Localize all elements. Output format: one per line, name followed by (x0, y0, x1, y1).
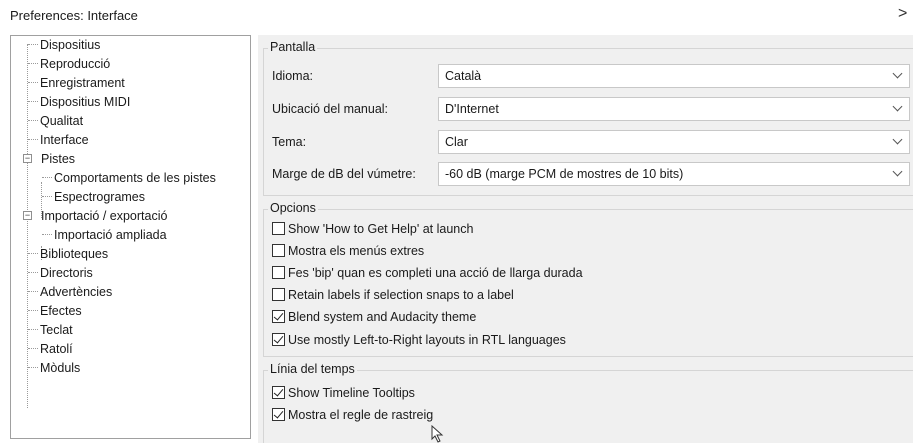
tree-item-label: Pistes (41, 152, 76, 166)
check-label: Show 'How to Get Help' at launch (288, 222, 474, 236)
tree-item-label: Advertències (40, 285, 113, 299)
tree-item-espectrogrames[interactable]: Espectrogrames (42, 188, 147, 206)
pantalla-group-title: Pantalla (268, 40, 318, 54)
ubicacio-manual-label: Ubicació del manual: (272, 102, 389, 116)
tree-item-label: Espectrogrames (54, 190, 146, 204)
tree-item-enregistrament[interactable]: Enregistrament (28, 74, 127, 92)
tree-item-label: Teclat (40, 323, 73, 337)
tree-item-pistes[interactable]: − Pistes (23, 150, 77, 168)
check-label: Use mostly Left-to-Right layouts in RTL … (288, 333, 566, 347)
marge-db-value: -60 dB (marge PCM de mostres de 10 bits) (445, 167, 684, 181)
tree-item-label: Mòduls (40, 361, 81, 375)
mouse-pointer-icon (431, 425, 444, 443)
chevron-down-icon (892, 166, 903, 177)
tree-item-comportaments[interactable]: Comportaments de les pistes (42, 169, 218, 187)
check-label: Fes 'bip' quan es completi una acció de … (288, 266, 583, 280)
check-label: Retain labels if selection snaps to a la… (288, 288, 514, 302)
tree-item-label: Interface (38, 133, 91, 147)
tree-item-label: Dispositius MIDI (40, 95, 131, 109)
blend-theme-checkbox[interactable]: Blend system and Audacity theme (272, 309, 476, 327)
checkbox-icon (272, 266, 285, 279)
tree-item-label: Comportaments de les pistes (54, 171, 216, 185)
tree-item-label: Efectes (40, 304, 82, 318)
category-tree[interactable]: Dispositius Reproducció Enregistrament D… (10, 35, 251, 439)
tree-item-label: Importació / exportació (41, 209, 168, 223)
tree-item-moduls[interactable]: Mòduls (28, 359, 82, 377)
checkbox-checked-icon (272, 408, 285, 421)
tree-item-dispositius-midi[interactable]: Dispositius MIDI (28, 93, 132, 111)
tree-item-reproduccio[interactable]: Reproducció (28, 55, 112, 73)
tree-item-teclat[interactable]: Teclat (28, 321, 75, 339)
checkbox-icon (272, 222, 285, 235)
tree-item-efectes[interactable]: Efectes (28, 302, 84, 320)
tema-select[interactable]: Clar (438, 130, 910, 154)
check-label: Mostra el regle de rastreig (288, 408, 434, 422)
chevron-down-icon (892, 68, 903, 79)
ubicacio-manual-value: D'Internet (445, 102, 499, 116)
tree-item-label: Dispositius (40, 38, 101, 52)
checkbox-icon (272, 244, 285, 257)
tree-item-advertencies[interactable]: Advertències (28, 283, 114, 301)
idioma-select[interactable]: Català (438, 64, 910, 88)
marge-db-select[interactable]: -60 dB (marge PCM de mostres de 10 bits) (438, 162, 910, 186)
timeline-tooltips-checkbox[interactable]: Show Timeline Tooltips (272, 385, 415, 403)
tree-item-importacio-exportacio[interactable]: − Importació / exportació (23, 207, 169, 225)
ltr-layouts-checkbox[interactable]: Use mostly Left-to-Right layouts in RTL … (272, 332, 566, 350)
checkbox-checked-icon (272, 310, 285, 323)
show-help-checkbox[interactable]: Show 'How to Get Help' at launch (272, 221, 473, 239)
collapse-icon[interactable]: − (23, 154, 32, 163)
tree-item-ratoli[interactable]: Ratolí (28, 340, 75, 358)
chevron-down-icon (892, 134, 903, 145)
ubicacio-manual-select[interactable]: D'Internet (438, 97, 910, 121)
tema-label: Tema: (272, 135, 307, 149)
extra-menus-checkbox[interactable]: Mostra els menús extres (272, 243, 424, 261)
scrub-ruler-checkbox[interactable]: Mostra el regle de rastreig (272, 407, 433, 425)
checkbox-checked-icon (272, 386, 285, 399)
tree-item-label: Biblioteques (40, 247, 109, 261)
tree-item-interface[interactable]: Interface (28, 131, 91, 149)
settings-panel: Pantalla Idioma: Català Ubicació del man… (258, 35, 913, 443)
check-label: Blend system and Audacity theme (288, 310, 477, 324)
timeline-group-title: Línia del temps (268, 362, 357, 376)
tree-item-importacio-ampliada[interactable]: Importació ampliada (42, 226, 169, 244)
opcions-group-title: Opcions (268, 201, 318, 215)
chevron-down-icon (892, 101, 903, 112)
window-title: Preferences: Interface (10, 8, 138, 23)
beep-checkbox[interactable]: Fes 'bip' quan es completi una acció de … (272, 265, 583, 283)
tema-value: Clar (445, 135, 468, 149)
retain-labels-checkbox[interactable]: Retain labels if selection snaps to a la… (272, 287, 514, 305)
close-icon[interactable]: > (898, 5, 907, 23)
check-label: Show Timeline Tooltips (288, 386, 415, 400)
tree-item-biblioteques[interactable]: Biblioteques (28, 245, 110, 263)
tree-item-label: Importació ampliada (54, 228, 167, 242)
tree-item-label: Reproducció (40, 57, 111, 71)
idioma-value: Català (445, 69, 482, 83)
title-bar: Preferences: Interface > (0, 0, 913, 34)
tree-item-dispositius[interactable]: Dispositius (28, 36, 102, 54)
checkbox-checked-icon (272, 333, 285, 346)
tree-item-label: Qualitat (40, 114, 84, 128)
tree-item-qualitat[interactable]: Qualitat (28, 112, 85, 130)
tree-item-directoris[interactable]: Directoris (28, 264, 95, 282)
tree-item-label: Directoris (40, 266, 93, 280)
tree-item-label: Enregistrament (40, 76, 125, 90)
check-label: Mostra els menús extres (288, 244, 425, 258)
idioma-label: Idioma: (272, 69, 313, 83)
checkbox-icon (272, 288, 285, 301)
tree-item-label: Ratolí (40, 342, 73, 356)
collapse-icon[interactable]: − (23, 211, 32, 220)
marge-db-label: Marge de dB del vúmetre: (272, 167, 416, 181)
